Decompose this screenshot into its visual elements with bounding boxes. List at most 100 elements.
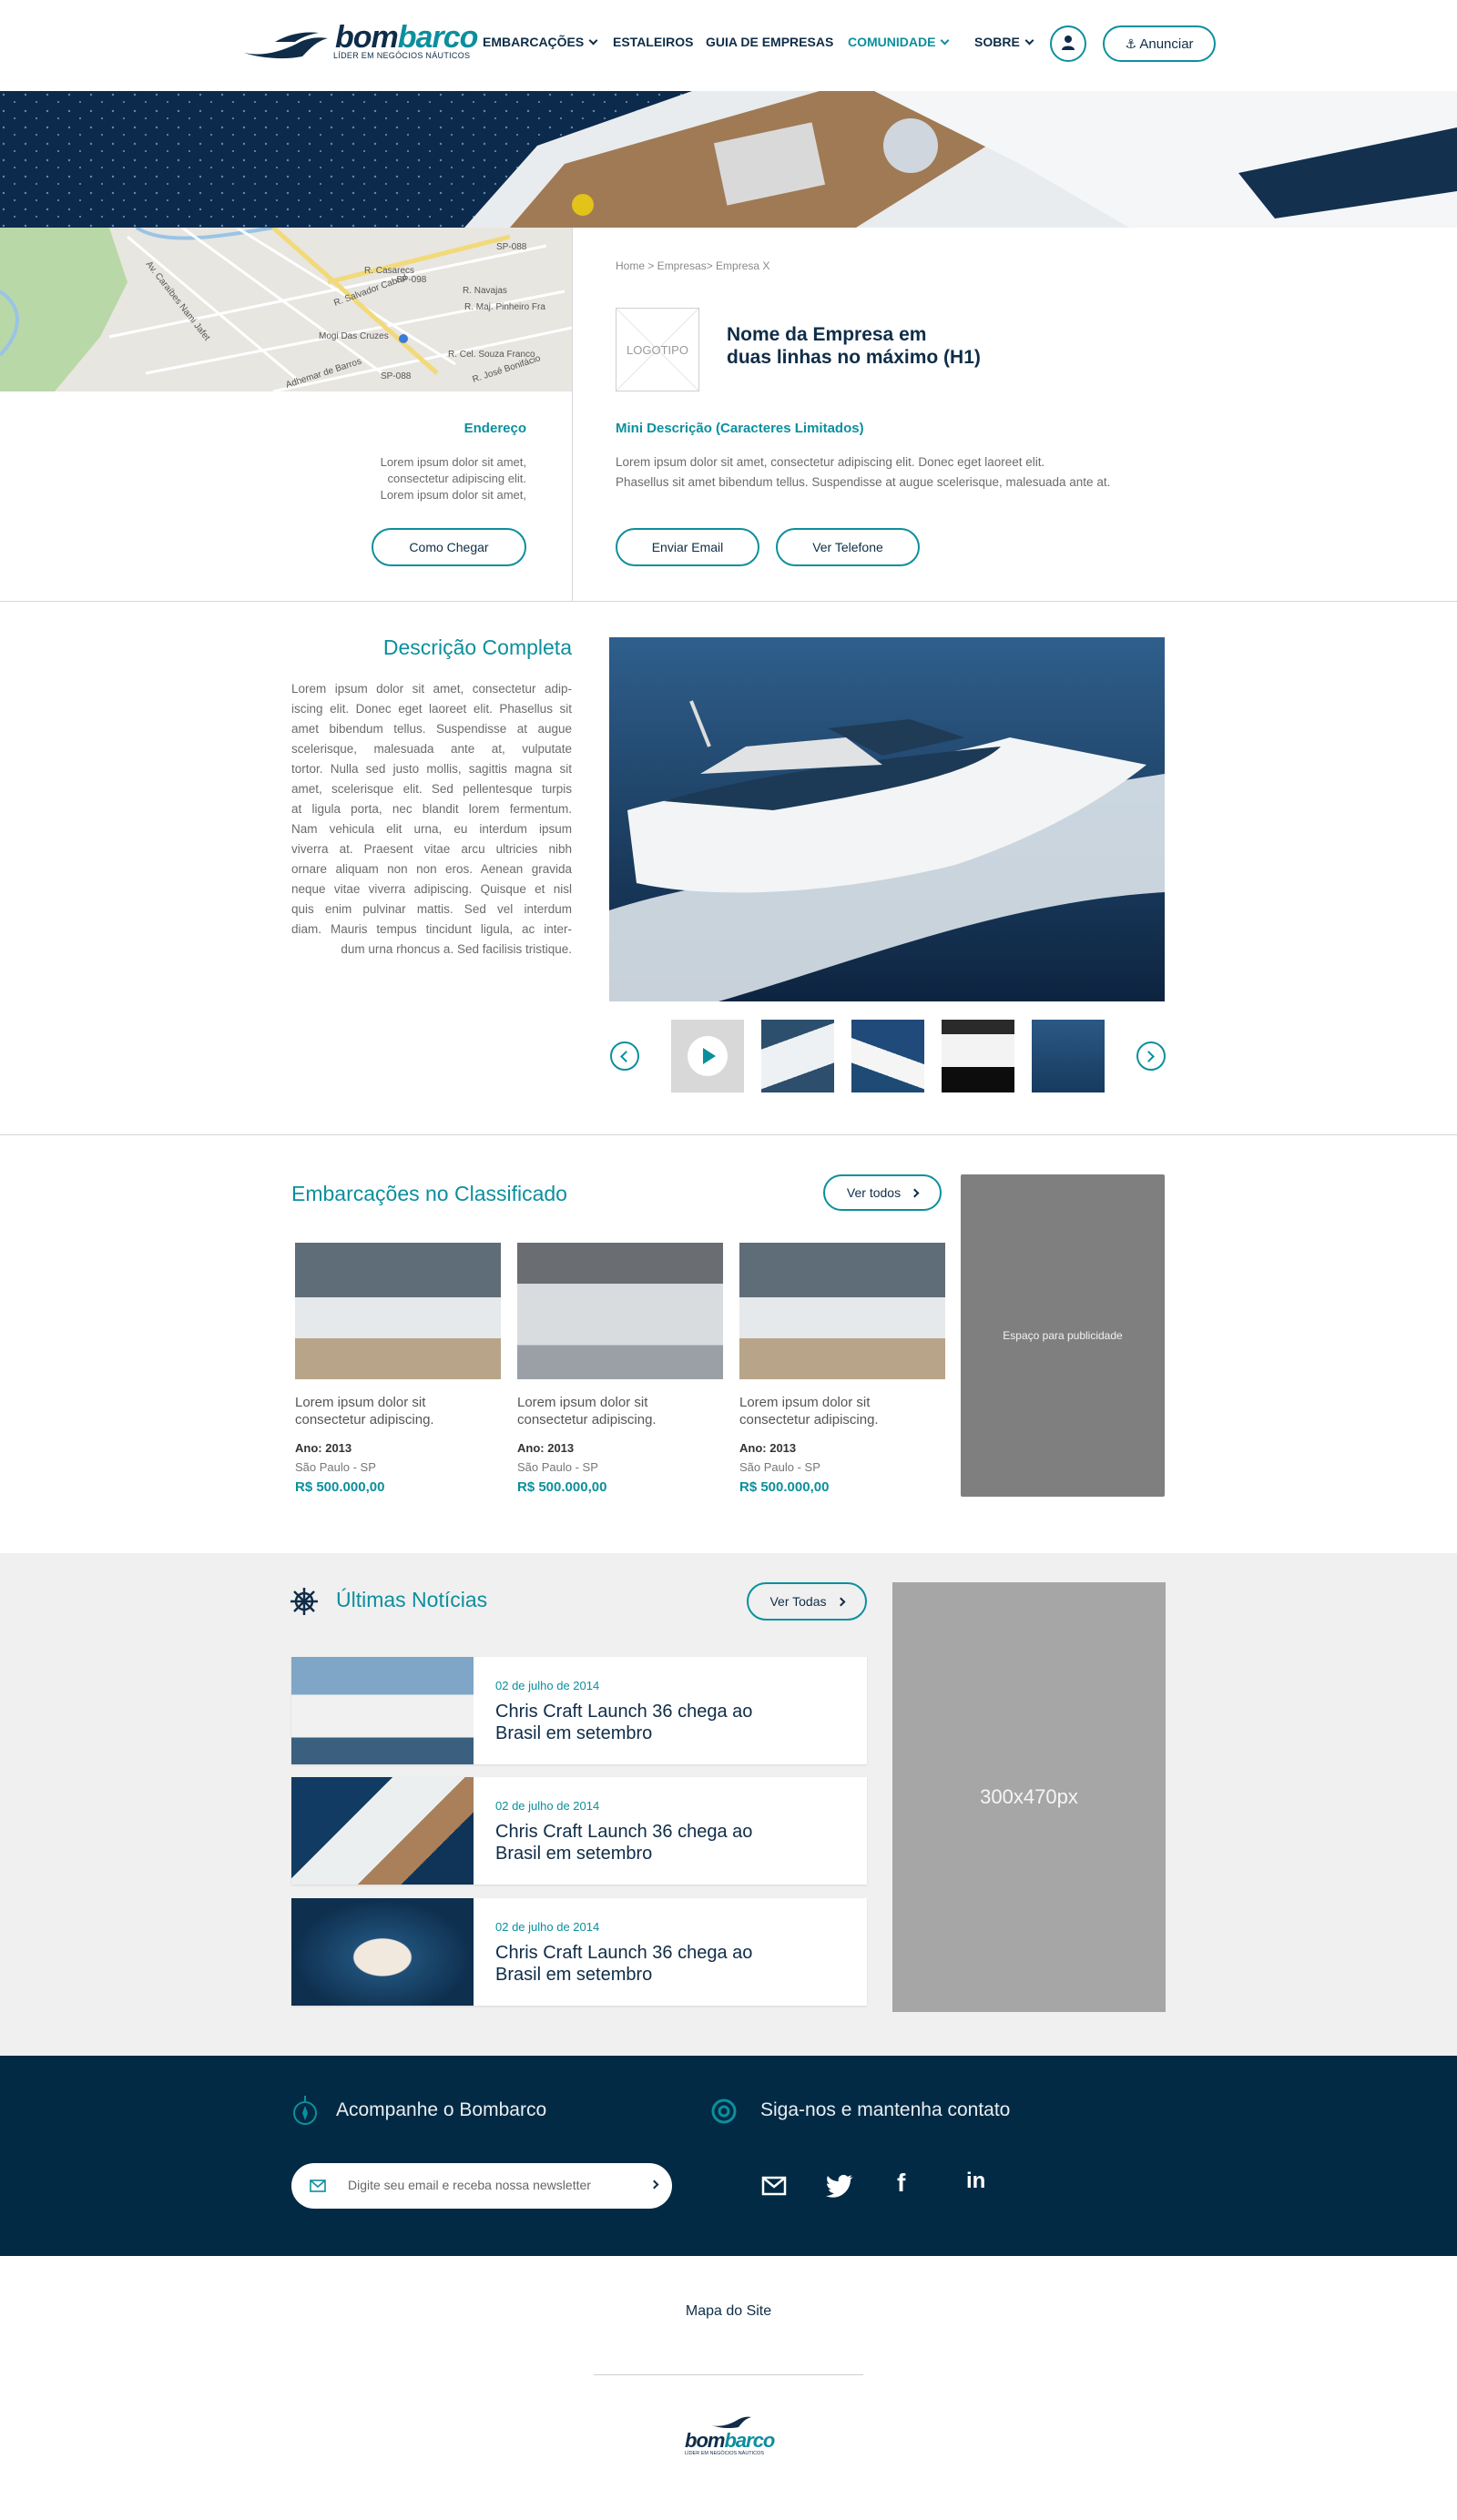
anunciar-button[interactable]: ⚓ Anunciar [1103, 25, 1216, 62]
news-date: 02 de julho de 2014 [495, 1920, 600, 1934]
ad-space[interactable]: Espaço para publicidade [961, 1174, 1165, 1497]
mail-icon [310, 2180, 326, 2192]
mini-description-title: Mini Descrição (Caracteres Limitados) [616, 421, 864, 436]
gallery-prev-button[interactable] [610, 1042, 639, 1071]
map-label: Mogi Das Cruzes [319, 331, 389, 341]
chevron-right-icon [836, 1597, 845, 1607]
bombarco-logo[interactable]: bombarco LÍDER EM NEGÓCIOS NÁUTICOS [242, 20, 478, 66]
news-item[interactable]: 02 de julho de 2014 Chris Craft Launch 3… [291, 1898, 867, 2006]
page-title: Nome da Empresa em duas linhas no máximo… [727, 323, 981, 369]
mini-description: Lorem ipsum dolor sit amet, consectetur … [616, 452, 1180, 493]
ship-wheel-icon [290, 1588, 318, 1615]
gallery-thumb[interactable] [942, 1020, 1014, 1092]
card-price: R$ 500.000,00 [295, 1479, 385, 1495]
breadcrumb[interactable]: Home > Empresas> Empresa X [616, 259, 769, 272]
gallery-thumb-video[interactable] [671, 1020, 744, 1092]
ver-telefone-button[interactable]: Ver Telefone [776, 528, 920, 566]
footer-logo[interactable]: bombarco LÍDER EM NEGÓCIOS NÁUTICOS [685, 2413, 785, 2471]
hero-banner-image [0, 91, 1457, 228]
ver-todas-label: Ver Todas [769, 1594, 827, 1609]
description-line: iscing elit. Donec eget laoreet elit. Ph… [291, 702, 572, 716]
email-social-icon[interactable] [761, 2176, 787, 2196]
classified-card[interactable]: Lorem ipsum dolor sit consectetur adipisc… [295, 1243, 501, 1495]
ad-space-300x470[interactable]: 300x470px [892, 1582, 1166, 2012]
como-chegar-button[interactable]: Como Chegar [372, 528, 526, 566]
yacht-photo [609, 637, 1165, 1001]
newsletter-submit-icon[interactable] [649, 2180, 659, 2190]
card-price: R$ 500.000,00 [517, 1479, 607, 1495]
address-title: Endereço [464, 421, 526, 436]
classified-card[interactable]: Lorem ipsum dolor sit consectetur adipisc… [739, 1243, 945, 1495]
description-text: Lorem ipsum dolor sit amet, consectetur … [291, 679, 572, 960]
description-line: dum urna rhoncus a. Sed facilisis tristi… [341, 942, 572, 956]
card-city: São Paulo - SP [739, 1460, 820, 1474]
description-line: neque vitae viverra adipiscing. Quisque … [291, 882, 572, 896]
ver-todas-button[interactable]: Ver Todas [747, 1582, 867, 1621]
card-year: Ano: 2013 [517, 1441, 575, 1455]
newsletter-input[interactable]: Digite seu email e receba nossa newslett… [291, 2163, 672, 2209]
card-description: Lorem ipsum dolor sit consectetur adipisc… [739, 1394, 945, 1428]
description-line: scelerisque, malesuada ante at, vulputat… [291, 742, 572, 756]
user-account-button[interactable] [1050, 25, 1086, 62]
linkedin-icon[interactable]: in [966, 2169, 985, 2194]
section-divider [0, 1134, 1457, 1135]
description-title: Descrição Completa [382, 635, 572, 659]
logo-wave-icon [711, 2416, 751, 2429]
description-line: tortor. Nulla sed justo mollis, sagittis… [291, 762, 572, 776]
nav-sobre[interactable]: SOBRE [974, 35, 1034, 49]
vertical-divider [572, 228, 573, 601]
ver-todos-label: Ver todos [846, 1185, 902, 1200]
news-image [291, 1777, 474, 1885]
gallery-next-button[interactable] [1136, 1042, 1166, 1071]
yacht-aerial-image [0, 91, 1457, 228]
news-item[interactable]: 02 de julho de 2014 Chris Craft Launch 3… [291, 1657, 867, 1764]
card-description-line: Lorem ipsum dolor sit [517, 1395, 648, 1410]
chevron-down-icon [941, 36, 950, 46]
description-line: at ligula porta, nec blandit lorem ferme… [291, 802, 572, 816]
description-line: Nam vehicula elit urna, eu interdum ipsu… [291, 822, 572, 836]
card-description-line: Lorem ipsum dolor sit [739, 1395, 871, 1410]
sitemap-link[interactable]: Mapa do Site [0, 2303, 1457, 2320]
logo-tagline: LÍDER EM NEGÓCIOS NÁUTICOS [685, 2451, 765, 2456]
news-image [291, 1657, 474, 1764]
card-description: Lorem ipsum dolor sit consectetur adipisc… [295, 1394, 501, 1428]
anunciar-label: Anunciar [1139, 36, 1194, 52]
twitter-icon[interactable] [825, 2174, 854, 2198]
description-line: ornare aliquam non non eros. Aenean grav… [291, 862, 572, 876]
gallery-thumb[interactable] [1032, 1020, 1105, 1092]
footer-divider [594, 2374, 863, 2375]
news-headline: Chris Craft Launch 36 chega ao Brasil em… [495, 1943, 753, 1985]
location-map[interactable]: Av. Caraíbes Nami Jafet SP-088 R. Casare… [0, 228, 572, 391]
gallery-thumb[interactable] [851, 1020, 924, 1092]
nav-embarcacoes[interactable]: EMBARCAÇÕES [483, 35, 598, 49]
news-title: Últimas Notícias [336, 1588, 488, 1611]
follow-title: Acompanhe o Bombarco [336, 2099, 547, 2120]
chevron-down-icon [588, 36, 598, 46]
newsletter-placeholder: Digite seu email e receba nossa newslett… [348, 2178, 591, 2192]
card-year: Ano: 2013 [295, 1441, 352, 1455]
logo-wave-icon [244, 32, 328, 59]
nav-estaleiros[interactable]: ESTALEIROS [613, 35, 693, 49]
company-logo-placeholder: LOGOTIPO [616, 308, 699, 391]
card-description-line: consectetur adipiscing. [295, 1412, 434, 1428]
gallery-thumb[interactable] [761, 1020, 834, 1092]
classified-card[interactable]: Lorem ipsum dolor sit consectetur adipisc… [517, 1243, 723, 1495]
nav-comunidade[interactable]: COMUNIDADE [848, 35, 950, 49]
nav-guia-empresas[interactable]: GUIA DE EMPRESAS [706, 35, 833, 49]
map-label: SP-088 [381, 371, 412, 381]
ver-todos-button[interactable]: Ver todos [823, 1174, 942, 1211]
contact-title: Siga-nos e mantenha contato [760, 2099, 1011, 2120]
gallery-main-image[interactable] [609, 637, 1165, 1001]
chevron-down-icon [1024, 36, 1034, 46]
boat-image [739, 1243, 945, 1379]
enviar-email-button[interactable]: Enviar Email [616, 528, 759, 566]
description-line: Lorem ipsum dolor sit amet, consectetur … [291, 682, 572, 696]
mini-description-line: Phasellus sit amet bibendum tellus. Susp… [616, 475, 1111, 489]
facebook-icon[interactable]: f [897, 2169, 905, 2198]
news-item[interactable]: 02 de julho de 2014 Chris Craft Launch 3… [291, 1777, 867, 1885]
mini-description-line: Lorem ipsum dolor sit amet, consectetur … [616, 455, 1045, 469]
map-image: Av. Caraíbes Nami Jafet SP-088 R. Casare… [0, 228, 572, 391]
logo-tagline: LÍDER EM NEGÓCIOS NÁUTICOS [333, 51, 471, 60]
page-title-line: Nome da Empresa em [727, 324, 927, 345]
classified-title: Embarcações no Classificado [291, 1182, 567, 1205]
